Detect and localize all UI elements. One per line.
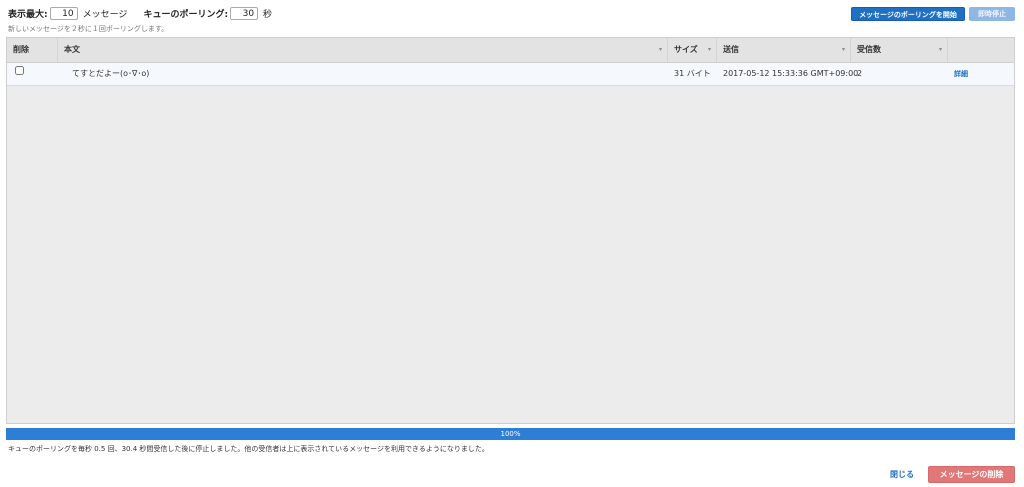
- column-header-body[interactable]: 本文 ▾: [58, 38, 668, 62]
- sqs-view-messages-dialog: 表示最大: メッセージ キューのポーリング: 秒 新しいメッセージを２秒に１回ポ…: [0, 0, 1024, 487]
- column-header-sent[interactable]: 送信 ▾: [717, 38, 851, 62]
- message-sent: 2017-05-12 15:33:36 GMT+09:00: [723, 69, 859, 78]
- detail-cell: 詳細: [948, 63, 1014, 85]
- delete-cell: [7, 63, 58, 85]
- delete-checkbox[interactable]: [15, 66, 24, 75]
- column-header-actions: [948, 38, 1014, 62]
- polling-settings: 表示最大: メッセージ キューのポーリング: 秒: [8, 7, 272, 20]
- close-link[interactable]: 閉じる: [890, 469, 914, 480]
- message-body: てすとだよー(o･∇･o): [72, 69, 150, 78]
- column-header-delete: 削除: [7, 38, 58, 62]
- detail-link[interactable]: 詳細: [954, 70, 968, 78]
- polling-progress-bar: 100%: [6, 428, 1015, 440]
- table-header: 削除 本文 ▾ サイズ ▾ 送信 ▾ 受信数 ▾: [7, 38, 1014, 63]
- sort-caret-icon[interactable]: ▾: [842, 38, 845, 62]
- sort-caret-icon[interactable]: ▾: [708, 38, 711, 62]
- message-receive-count: 2: [857, 69, 863, 78]
- column-header-size[interactable]: サイズ ▾: [668, 38, 717, 62]
- table-row[interactable]: てすとだよー(o･∇･o) 31 バイト 2017-05-12 15:33:36…: [7, 63, 1014, 86]
- sort-caret-icon[interactable]: ▾: [939, 38, 942, 62]
- polling-hint: 新しいメッセージを２秒に１回ポーリングします。: [8, 25, 169, 33]
- polling-duration-input[interactable]: [230, 7, 259, 20]
- messages-table: 削除 本文 ▾ サイズ ▾ 送信 ▾ 受信数 ▾ てすとだよー(o･∇･o) 3…: [6, 37, 1015, 424]
- polling-duration-unit: 秒: [263, 10, 273, 20]
- column-header-receive-count[interactable]: 受信数 ▾: [851, 38, 948, 62]
- start-polling-button[interactable]: メッセージのポーリングを開始: [851, 7, 965, 21]
- max-display-label: 表示最大:: [8, 10, 48, 20]
- pause-polling-button[interactable]: 即時停止: [969, 7, 1015, 21]
- max-display-unit: メッセージ: [82, 10, 128, 20]
- polling-status-message: キューのポーリングを毎秒 0.5 回、30.4 秒間受信した後に停止しました。他…: [8, 445, 489, 453]
- message-size: 31 バイト: [674, 69, 711, 78]
- progress-label: 100%: [500, 430, 521, 438]
- max-display-input[interactable]: [49, 7, 78, 20]
- polling-duration-label: キューのポーリング:: [143, 10, 229, 20]
- delete-messages-button[interactable]: メッセージの削除: [928, 466, 1015, 483]
- sort-caret-icon[interactable]: ▾: [659, 38, 662, 62]
